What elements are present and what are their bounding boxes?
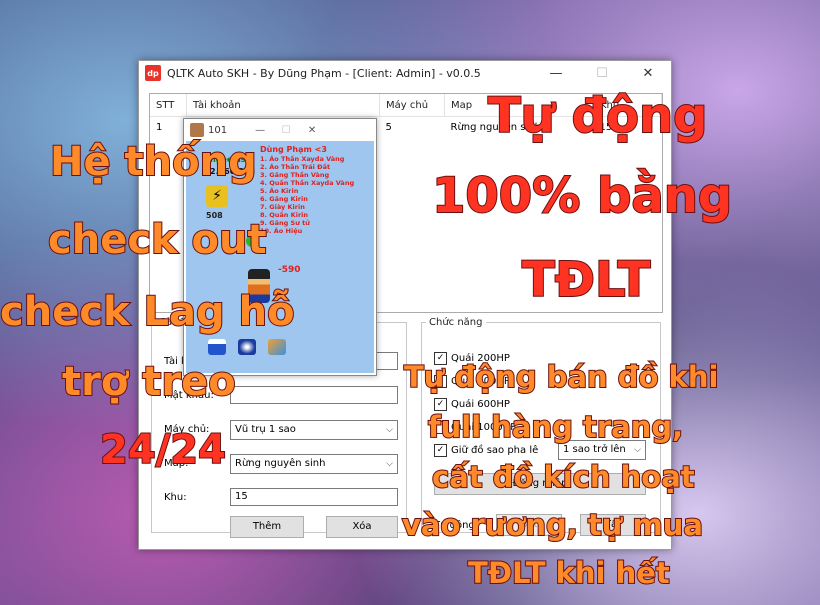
add-button[interactable]: Thêm bbox=[230, 516, 304, 538]
map-select[interactable]: Rừng nguyên sinh ⌵ bbox=[230, 454, 398, 474]
title-bar: dp QLTK Auto SKH - By Dũng Phạm - [Clien… bbox=[139, 61, 671, 85]
list-item: 5. Áo Kirin bbox=[260, 187, 299, 195]
overlay-left-line4: trợ treo bbox=[61, 359, 237, 405]
maximize-icon[interactable]: ☐ bbox=[275, 125, 297, 136]
list-item: 6. Găng Kirin bbox=[260, 195, 308, 203]
checkbox-label: Quái 600HP bbox=[451, 399, 510, 410]
overlay-left-line3: check Lag hỗ bbox=[0, 289, 296, 335]
overlay-top-right-line2: 100% bằng bbox=[431, 168, 733, 224]
list-item: 10. Áo Hiệu bbox=[260, 227, 303, 235]
game-client-title: 101 bbox=[208, 124, 228, 136]
maximize-icon[interactable]: ☐ bbox=[579, 61, 625, 85]
character-avatar-icon bbox=[190, 123, 204, 137]
overlay-bottom-right-line5: TĐLT khi hết bbox=[467, 555, 671, 591]
overlay-bottom-right-line1: Tự động bán đồ khi bbox=[403, 359, 719, 395]
overlay-left-line2: check out bbox=[47, 217, 268, 263]
zone-label: Khu: bbox=[164, 492, 187, 503]
lightning-icon[interactable]: ⚡ bbox=[206, 185, 228, 207]
damage-badge: -590 bbox=[278, 265, 301, 275]
checkbox-checked-icon: ✓ bbox=[434, 444, 447, 457]
overlay-bottom-right-line4: vào rương, tự mua bbox=[401, 507, 704, 543]
cell-server: 5 bbox=[385, 121, 392, 133]
functions-legend: Chức năng bbox=[429, 317, 483, 328]
list-item: 7. Giày Kirin bbox=[260, 203, 305, 211]
overlay-top-right-line1: Tự động bbox=[487, 88, 708, 144]
map-select-value: Rừng nguyên sinh bbox=[235, 458, 326, 469]
star-level-value: 1 sao trở lên bbox=[563, 444, 626, 455]
list-item: 1. Áo Thần Xayda Vàng bbox=[260, 155, 345, 163]
server-select[interactable]: Vũ trụ 1 sao ⌵ bbox=[230, 420, 398, 440]
list-item: 9. Găng Sư tử bbox=[260, 219, 310, 227]
column-header-server[interactable]: Máy chủ bbox=[379, 94, 445, 117]
column-header-account[interactable]: Tài khoản bbox=[186, 94, 380, 117]
list-item: 4. Quần Thần Xayda Vàng bbox=[260, 179, 355, 187]
chevron-down-icon: ⌵ bbox=[386, 459, 393, 469]
skill-icon[interactable] bbox=[238, 339, 256, 355]
skill-icon[interactable] bbox=[208, 339, 226, 355]
skill-icon[interactable] bbox=[268, 339, 286, 355]
column-header-stt[interactable]: STT bbox=[150, 94, 187, 117]
password-input[interactable] bbox=[230, 386, 398, 404]
server-select-value: Vũ trụ 1 sao bbox=[235, 424, 296, 435]
window-title: QLTK Auto SKH - By Dũng Phạm - [Client: … bbox=[167, 66, 481, 80]
list-item: 2. Áo Thần Trái Đất bbox=[260, 163, 331, 171]
checkbox-label: Giữ đồ sao pha lê bbox=[451, 445, 539, 456]
app-icon: dp bbox=[145, 65, 161, 81]
list-item: 3. Găng Thần Vàng bbox=[260, 171, 330, 179]
zone-input[interactable]: 15 bbox=[230, 488, 398, 506]
close-icon[interactable]: ✕ bbox=[301, 125, 323, 136]
game-client-titlebar: 101 — ☐ ✕ bbox=[184, 119, 376, 141]
cell-stt: 1 bbox=[156, 121, 163, 133]
overlay-bottom-right-line2: full hàng trang, bbox=[427, 409, 684, 445]
item-list: 1. Áo Thần Xayda Vàng 2. Áo Thần Trái Đấ… bbox=[260, 155, 354, 235]
overlay-bottom-right-line3: cất đồ kích hoạt bbox=[431, 459, 696, 495]
overlay-top-right-line3: TĐLT bbox=[521, 252, 651, 308]
item-list-title: Dùng Phạm <3 bbox=[260, 145, 327, 154]
minimize-icon[interactable]: — bbox=[533, 61, 579, 85]
delete-button[interactable]: Xóa bbox=[326, 516, 398, 538]
close-icon[interactable]: ✕ bbox=[625, 61, 671, 85]
chevron-down-icon: ⌵ bbox=[386, 425, 393, 435]
minimize-icon[interactable]: — bbox=[249, 125, 271, 136]
overlay-left-line1: Hệ thống bbox=[49, 139, 258, 185]
checkbox-keep-star-items[interactable]: ✓ Giữ đồ sao pha lê bbox=[434, 444, 538, 457]
overlay-left-line5: 24/24 bbox=[99, 427, 227, 473]
list-item: 8. Quần Kirin bbox=[260, 211, 309, 219]
